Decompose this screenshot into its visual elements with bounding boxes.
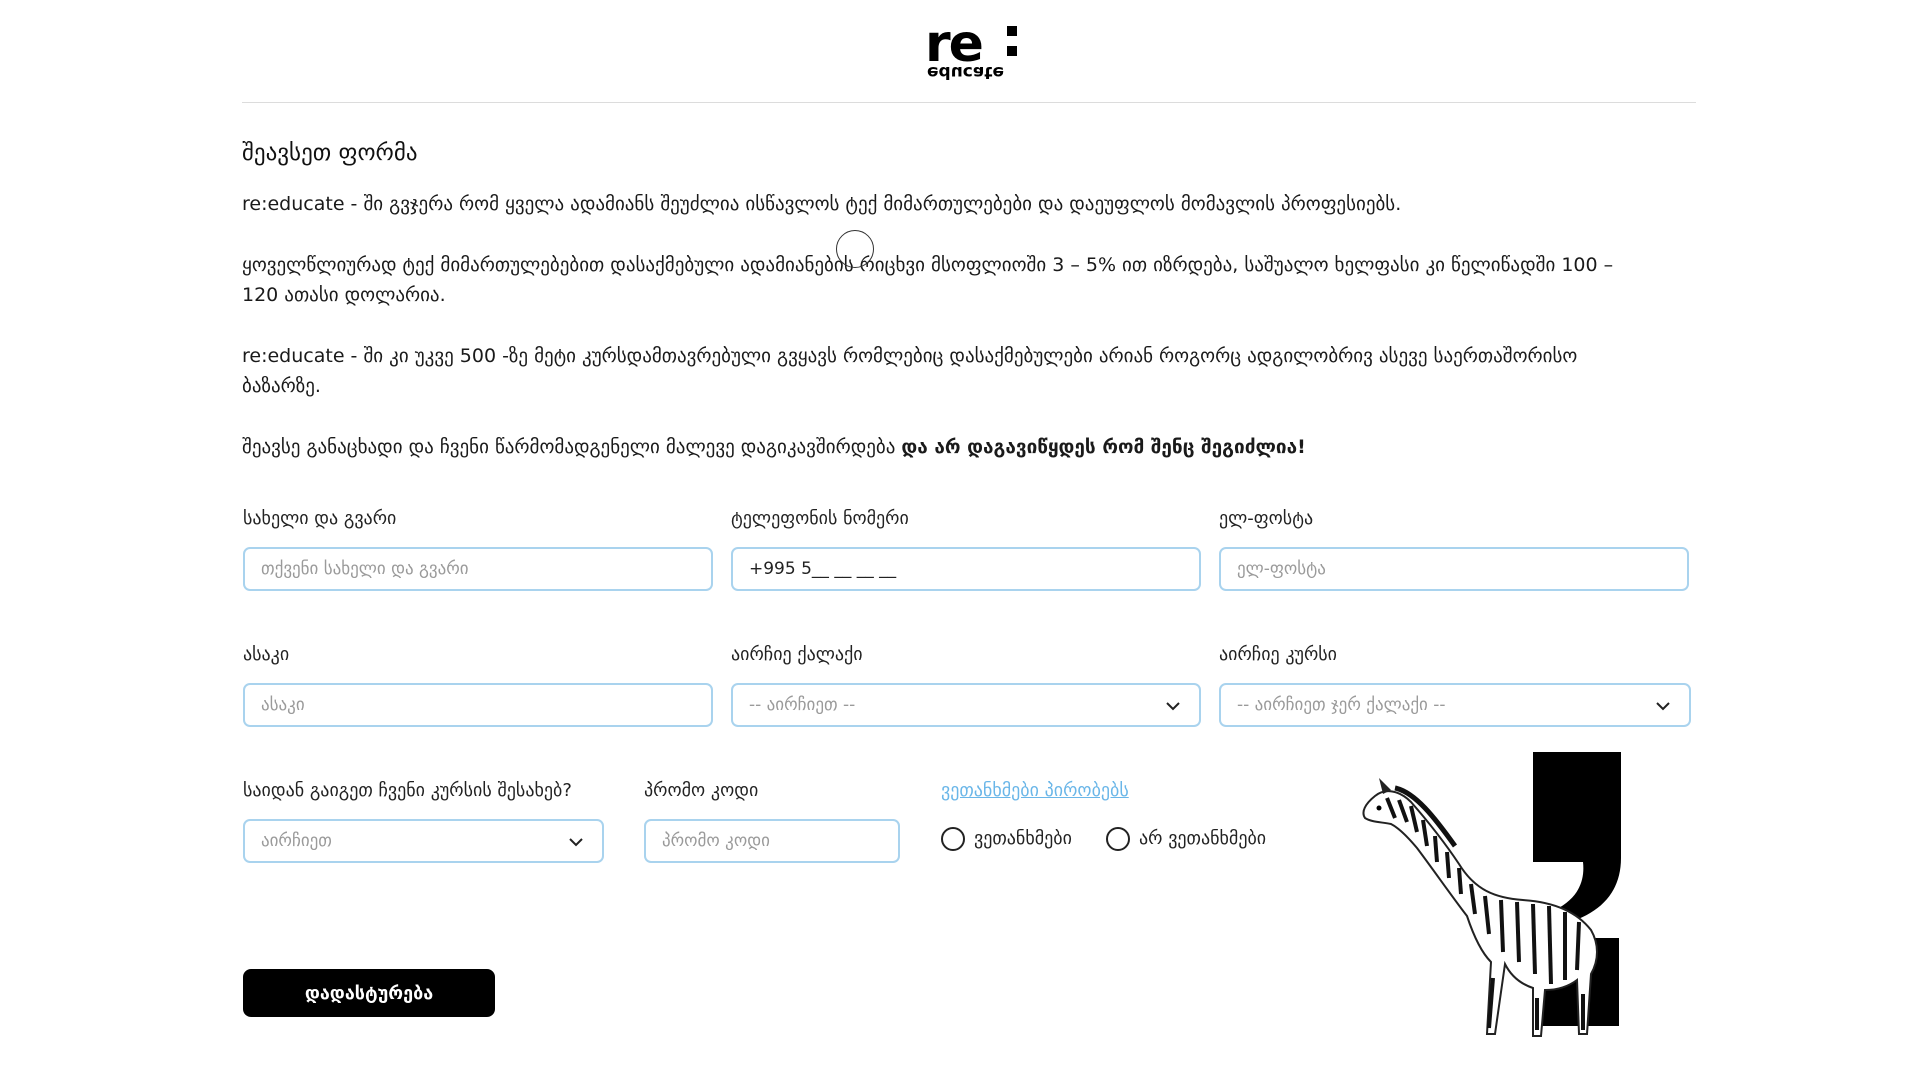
name-label: სახელი და გვარი: [243, 508, 397, 529]
cursor-indicator: [836, 230, 874, 268]
chevron-down-icon: [1166, 702, 1180, 711]
age-input[interactable]: ასაკი: [243, 683, 713, 727]
city-label: აირჩიე ქალაქი: [731, 644, 863, 665]
submit-button[interactable]: დადასტურება: [243, 969, 495, 1017]
phone-input[interactable]: +995 5__ __ __ __: [731, 547, 1201, 591]
chevron-down-icon: [569, 838, 583, 847]
disagree-label: არ ვეთანხმები: [1139, 828, 1267, 849]
source-label: საიდან გაიგეთ ჩვენი კურსის შესახებ?: [243, 780, 572, 801]
city-select-value: -- აირჩიეთ --: [749, 695, 856, 715]
form-title: შეავსეთ ფორმა: [242, 140, 418, 166]
source-select-value: აირჩიეთ: [261, 831, 332, 851]
logo-colon-icon: [1007, 26, 1017, 60]
intro-p4-text: შეავსე განაცხადი და ჩვენი წარმომადგენელი…: [242, 436, 902, 458]
zebra-illustration: [1362, 752, 1621, 1037]
intro-paragraph-4: შეავსე განაცხადი და ჩვენი წარმომადგენელი…: [242, 432, 1642, 462]
logo[interactable]: re educate: [925, 18, 1035, 82]
intro-paragraph-3: re:educate - ში კი უკვე 500 -ზე მეტი კურ…: [242, 345, 1578, 397]
name-input[interactable]: თქვენი სახელი და გვარი: [243, 547, 713, 591]
course-label: აირჩიე კურსი: [1219, 644, 1338, 665]
promo-input[interactable]: პრომო კოდი: [644, 819, 900, 863]
chevron-down-icon: [1656, 702, 1670, 711]
agree-label: ვეთანხმები: [974, 828, 1072, 849]
course-select-value: -- აირჩიეთ ჯერ ქალაქი --: [1237, 695, 1446, 715]
email-label: ელ-ფოსტა: [1219, 508, 1314, 529]
intro-paragraph-1: re:educate - ში გვჯერა რომ ყველა ადამიან…: [242, 193, 1402, 215]
intro-paragraph-2: ყოველწლიურად ტექ მიმართულებებით დასაქმებ…: [242, 254, 1614, 306]
logo-sub: educate: [927, 62, 1005, 82]
source-select[interactable]: აირჩიეთ: [243, 819, 604, 863]
header: re educate: [242, 0, 1696, 103]
course-select[interactable]: -- აირჩიეთ ჯერ ქალაქი --: [1219, 683, 1691, 727]
age-label: ასაკი: [243, 644, 290, 665]
promo-label: პრომო კოდი: [644, 780, 759, 801]
disagree-radio[interactable]: [1106, 827, 1130, 851]
phone-label: ტელეფონის ნომერი: [731, 508, 909, 529]
terms-link[interactable]: ვეთანხმები პირობებს: [941, 780, 1129, 801]
city-select[interactable]: -- აირჩიეთ --: [731, 683, 1201, 727]
agree-radio[interactable]: [941, 827, 965, 851]
email-input[interactable]: ელ-ფოსტა: [1219, 547, 1689, 591]
intro-p4-bold: და არ დაგავიწყდეს რომ შენც შეგიძლია!: [901, 436, 1306, 458]
